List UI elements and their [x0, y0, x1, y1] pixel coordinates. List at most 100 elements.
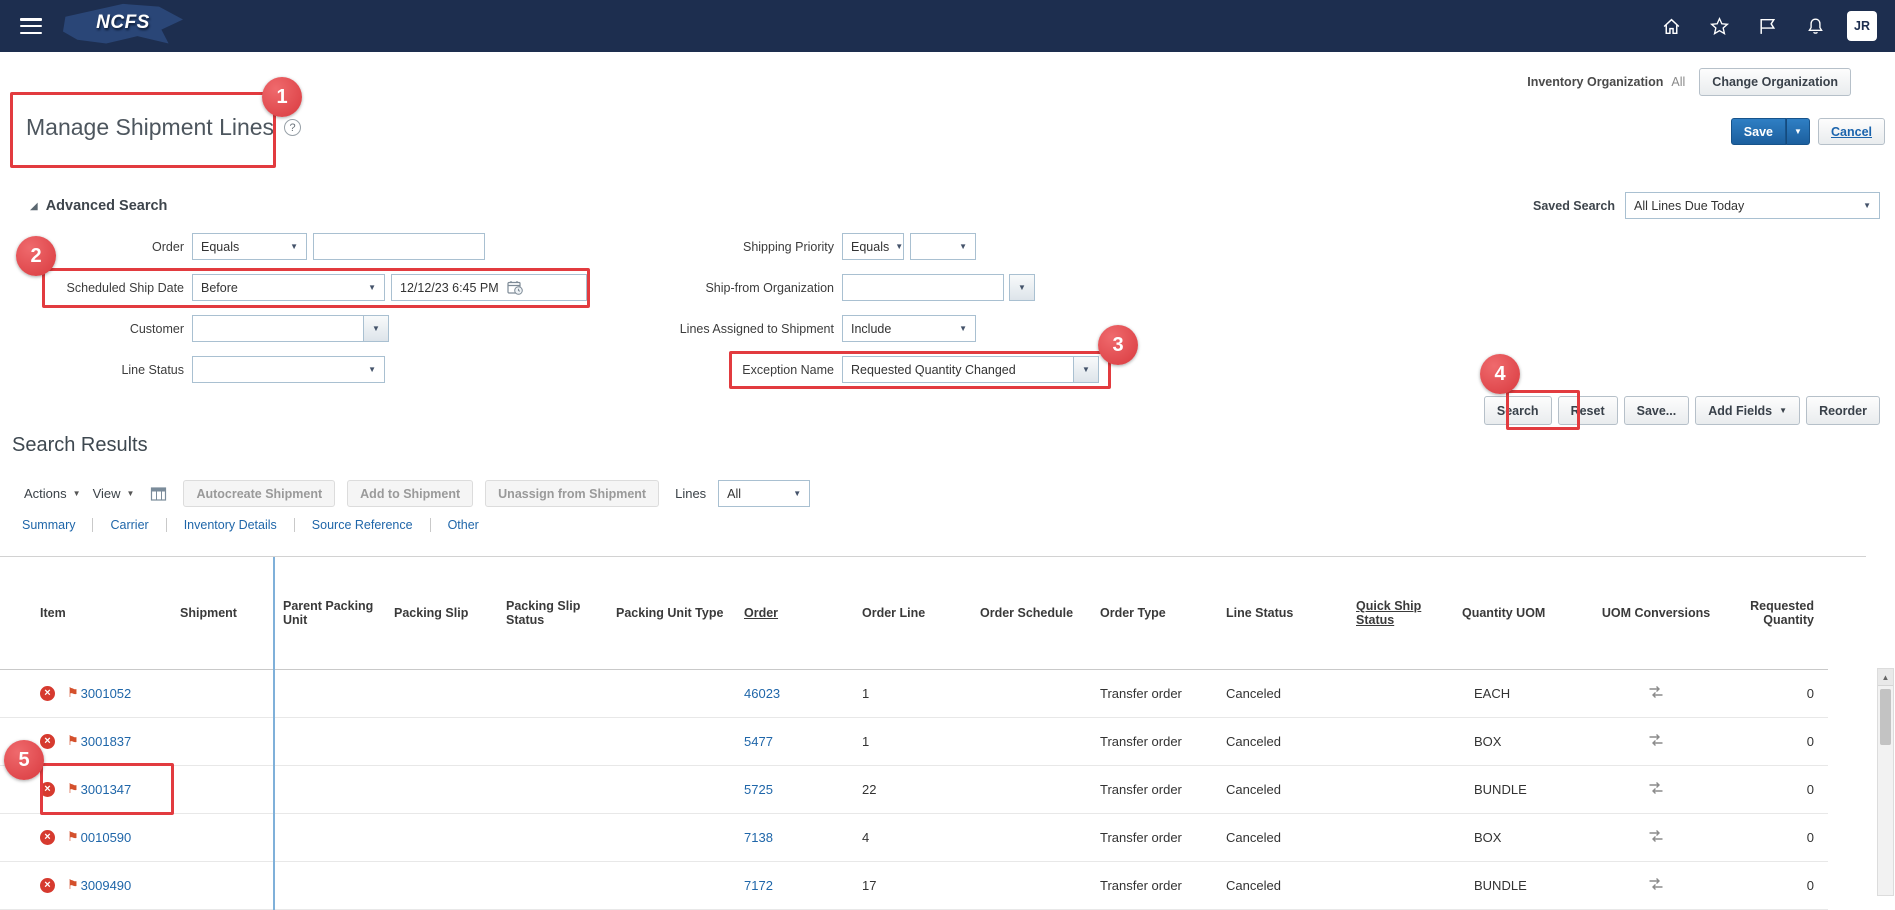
save-search-button[interactable]: Save...: [1624, 396, 1690, 425]
add-to-shipment-button[interactable]: Add to Shipment: [347, 480, 473, 507]
column-header-shipment[interactable]: Shipment: [172, 557, 274, 669]
remove-line-icon[interactable]: ×: [40, 782, 55, 797]
inventory-organization-label: Inventory Organization: [1527, 75, 1663, 89]
column-header-packing-unit-type[interactable]: Packing Unit Type: [608, 557, 736, 669]
column-header-line-status[interactable]: Line Status: [1218, 557, 1348, 669]
line-status-label: Line Status: [4, 356, 184, 377]
column-header-order-type[interactable]: Order Type: [1092, 557, 1218, 669]
cell-packing-slip: [386, 718, 498, 766]
remove-line-icon[interactable]: ×: [40, 830, 55, 845]
order-operator-select[interactable]: Equals ▼: [192, 233, 307, 260]
column-header-item[interactable]: Item: [0, 557, 172, 669]
column-header-packing-slip-status[interactable]: Packing Slip Status: [498, 557, 608, 669]
user-avatar[interactable]: JR: [1847, 11, 1877, 41]
order-input[interactable]: [313, 233, 485, 260]
lines-select[interactable]: All ▼: [718, 480, 810, 507]
vertical-scrollbar[interactable]: ▲: [1877, 668, 1894, 896]
unassign-from-shipment-button[interactable]: Unassign from Shipment: [485, 480, 659, 507]
column-header-requested-quantity[interactable]: Requested Quantity: [1720, 557, 1828, 669]
order-link[interactable]: 46023: [744, 686, 780, 701]
cancel-button[interactable]: Cancel: [1818, 118, 1885, 145]
reorder-button[interactable]: Reorder: [1806, 396, 1880, 425]
tab-carrier[interactable]: Carrier: [93, 518, 165, 532]
top-navigation-bar: NCFS JR: [0, 0, 1895, 52]
item-link[interactable]: 3001837: [81, 734, 132, 749]
logo-text: NCFS: [62, 12, 184, 34]
help-icon[interactable]: ?: [284, 119, 301, 136]
view-menu[interactable]: View ▼: [93, 486, 135, 501]
cell-packing-slip-status: [498, 766, 608, 814]
order-link[interactable]: 7138: [744, 830, 773, 845]
tab-other[interactable]: Other: [431, 518, 496, 532]
customer-dropdown-button[interactable]: ▼: [363, 315, 389, 342]
exception-name-dropdown-button[interactable]: ▼: [1073, 356, 1099, 383]
menu-icon[interactable]: [20, 18, 42, 34]
change-organization-button[interactable]: Change Organization: [1699, 68, 1851, 96]
item-link[interactable]: 3009490: [81, 878, 132, 893]
remove-line-icon[interactable]: ×: [40, 734, 55, 749]
ncfs-logo[interactable]: NCFS: [62, 2, 184, 50]
order-link[interactable]: 5725: [744, 782, 773, 797]
uom-conversions-icon[interactable]: [1648, 877, 1664, 891]
column-header-quantity-uom[interactable]: Quantity UOM: [1454, 557, 1592, 669]
favorites-star-icon[interactable]: [1703, 10, 1735, 42]
column-header-packing-slip[interactable]: Packing Slip: [386, 557, 498, 669]
tab-inventory-details[interactable]: Inventory Details: [167, 518, 294, 532]
line-status-select[interactable]: ▼: [192, 356, 385, 383]
scheduled-ship-date-input[interactable]: 12/12/23 6:45 PM: [391, 274, 587, 301]
home-icon[interactable]: [1655, 10, 1687, 42]
item-link[interactable]: 3001347: [81, 782, 132, 797]
flag-banner-icon[interactable]: [1751, 10, 1783, 42]
saved-search-select[interactable]: All Lines Due Today ▼: [1625, 192, 1880, 219]
column-header-order-schedule[interactable]: Order Schedule: [972, 557, 1092, 669]
actions-menu[interactable]: Actions ▼: [24, 486, 81, 501]
column-header-parent-packing-unit[interactable]: Parent Packing Unit: [274, 557, 386, 669]
save-button[interactable]: Save: [1731, 118, 1786, 145]
column-header-order-line[interactable]: Order Line: [854, 557, 972, 669]
remove-line-icon[interactable]: ×: [40, 878, 55, 893]
cell-packing-unit-type: [608, 862, 736, 910]
shipping-priority-value-select[interactable]: ▼: [910, 233, 976, 260]
remove-line-icon[interactable]: ×: [40, 686, 55, 701]
lines-assigned-to-shipment-select[interactable]: Include ▼: [842, 315, 976, 342]
save-dropdown-caret[interactable]: ▼: [1786, 118, 1810, 145]
uom-conversions-icon[interactable]: [1648, 733, 1664, 747]
notifications-bell-icon[interactable]: [1799, 10, 1831, 42]
scrollbar-up-arrow[interactable]: ▲: [1878, 669, 1893, 686]
item-link[interactable]: 3001052: [81, 686, 132, 701]
uom-conversions-icon[interactable]: [1648, 685, 1664, 699]
cell-shipment: [172, 766, 274, 814]
order-link[interactable]: 5477: [744, 734, 773, 749]
customer-input[interactable]: [192, 315, 364, 342]
cell-packing-slip: [386, 766, 498, 814]
uom-conversions-icon[interactable]: [1648, 829, 1664, 843]
scrollbar-thumb[interactable]: [1880, 689, 1891, 745]
exception-name-input[interactable]: Requested Quantity Changed: [842, 356, 1074, 383]
item-link[interactable]: 0010590: [81, 830, 132, 845]
uom-conversions-icon[interactable]: [1648, 781, 1664, 795]
scheduled-ship-date-operator-select[interactable]: Before ▼: [192, 274, 385, 301]
ship-from-organization-label: Ship-from Organization: [560, 274, 834, 295]
cell-parent-packing-unit: [274, 766, 386, 814]
order-link[interactable]: 7172: [744, 878, 773, 893]
calendar-icon[interactable]: [507, 280, 523, 295]
ship-from-organization-dropdown-button[interactable]: ▼: [1009, 274, 1035, 301]
column-header-quick-ship-status[interactable]: Quick Ship Status: [1348, 557, 1454, 669]
advanced-search-header[interactable]: ◢ Advanced Search: [30, 198, 167, 214]
search-button[interactable]: Search: [1484, 396, 1552, 425]
shipping-priority-operator-select[interactable]: Equals ▼: [842, 233, 904, 260]
cell-packing-slip-status: [498, 718, 608, 766]
add-fields-button[interactable]: Add Fields ▼: [1695, 396, 1800, 425]
field-ship-from-organization: Ship-from Organization ▼: [560, 274, 1035, 301]
ship-from-organization-input[interactable]: [842, 274, 1004, 301]
cell-quick-ship-status: [1348, 814, 1454, 862]
column-header-order[interactable]: Order: [736, 557, 854, 669]
tab-source-reference[interactable]: Source Reference: [295, 518, 430, 532]
cell-parent-packing-unit: [274, 669, 386, 718]
detach-table-icon[interactable]: [150, 486, 167, 502]
column-header-uom-conversions[interactable]: UOM Conversions: [1592, 557, 1720, 669]
autocreate-shipment-button[interactable]: Autocreate Shipment: [183, 480, 335, 507]
saved-search-label: Saved Search: [1533, 199, 1615, 213]
reset-button[interactable]: Reset: [1558, 396, 1618, 425]
tab-summary[interactable]: Summary: [22, 518, 92, 532]
